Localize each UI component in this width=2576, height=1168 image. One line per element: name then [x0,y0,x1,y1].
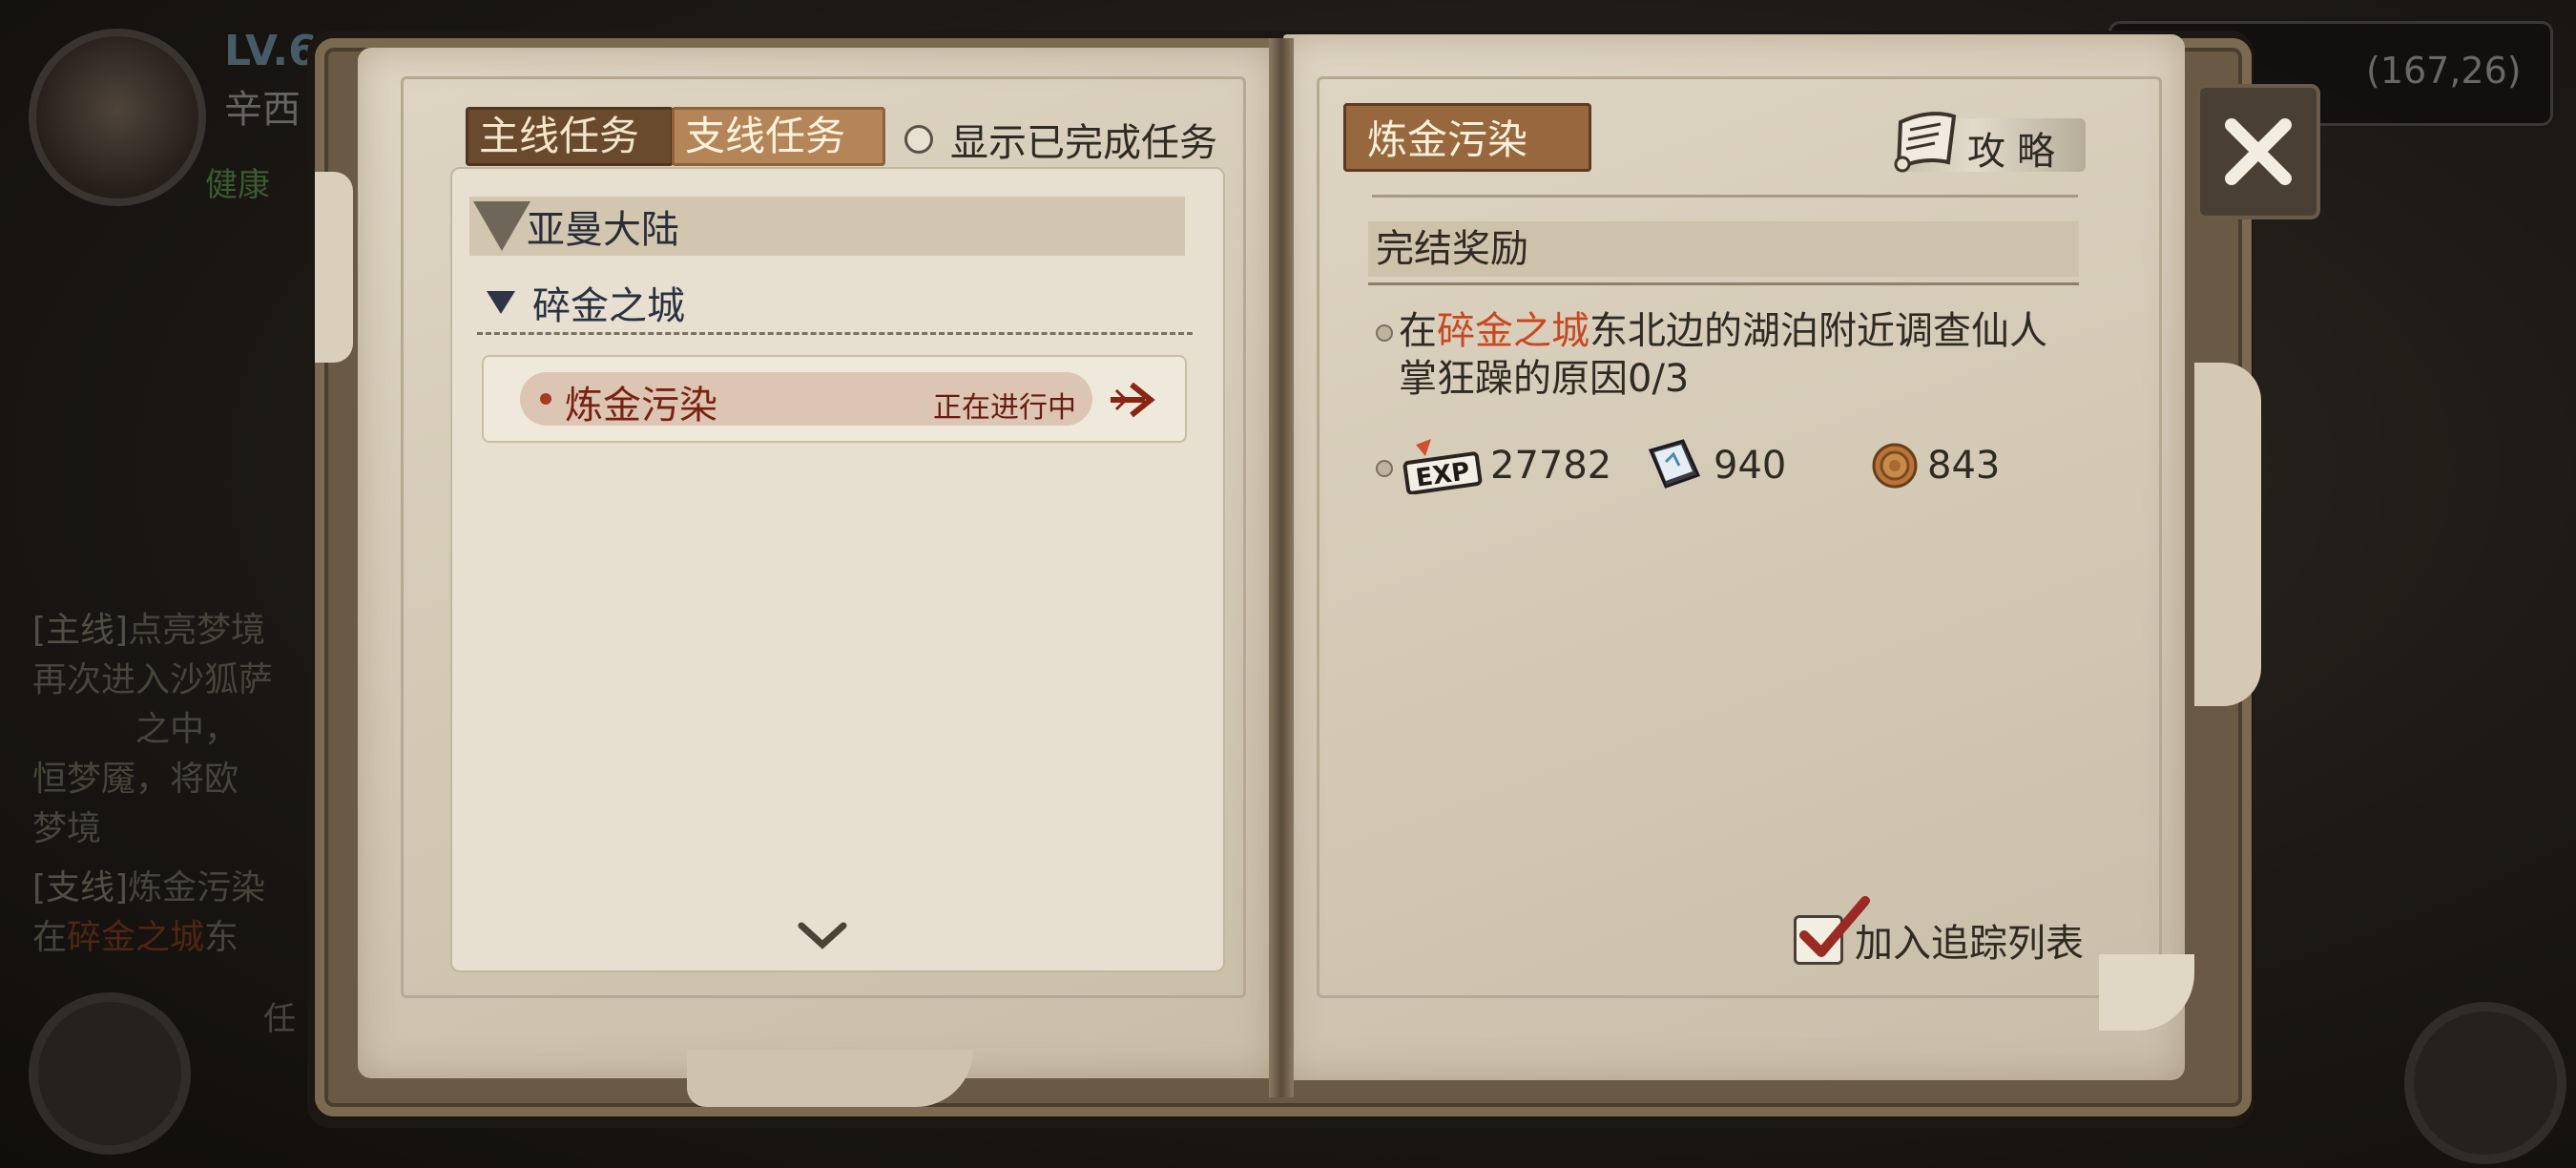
quest-description: 在碎金之城东北边的湖泊附近调查仙人 掌狂躁的原因0/3 [1399,309,2047,401]
torn-edge [687,1050,973,1107]
divider [1368,282,2079,285]
add-to-tracker-toggle[interactable]: 加入追踪列表 [1794,896,2084,969]
exp-icon: EXP [1402,439,1483,494]
exp-value: 27782 [1490,444,1612,488]
reward-coin[interactable]: 843 [1870,437,2000,494]
city-header[interactable]: 碎金之城 [487,277,685,328]
coin-value: 843 [1927,444,2001,488]
reward-header: 完结奖励 [1368,221,2079,277]
check-icon [1799,896,1870,957]
book-value: 940 [1714,444,1787,488]
triangle-icon [487,291,515,314]
reward-exp[interactable]: EXP 27782 [1402,437,1611,494]
book-spine [1269,38,1294,1097]
tab-main-quests[interactable]: 主线任务 [466,107,674,166]
show-completed-label: 显示已完成任务 [950,121,1217,165]
bullet-icon [1376,324,1393,342]
region-label: 亚曼大陆 [527,208,679,252]
radio-icon[interactable] [904,125,933,154]
tracker-checkbox[interactable] [1794,896,1870,965]
torn-edge [2194,363,2261,706]
guide-label: 攻略 [1967,130,2067,174]
divider [477,332,1193,335]
tab-side-quests[interactable]: 支线任务 [672,107,885,166]
location-link[interactable]: 碎金之城 [1437,309,1589,353]
torn-edge [315,172,353,363]
triangle-icon [473,201,530,251]
coin-icon [1872,443,1918,489]
chevron-down-icon[interactable] [794,916,851,954]
show-completed-toggle[interactable]: 显示已完成任务 [904,113,1217,166]
region-header[interactable]: 亚曼大陆 [469,197,1185,256]
scroll-icon[interactable] [1891,105,1967,177]
city-label: 碎金之城 [532,284,685,328]
bullet-icon [1376,460,1393,477]
divider [1372,195,2078,198]
close-icon [2225,118,2292,185]
quest-title-banner: 炼金污染 [1343,103,1591,172]
reward-header-label: 完结奖励 [1376,227,1528,271]
quest-item-name: 炼金污染 [565,384,717,428]
tracker-label: 加入追踪列表 [1855,922,2084,966]
arrow-right-icon[interactable] [1107,377,1158,423]
quest-item-status: 正在进行中 [933,391,1076,425]
close-button[interactable] [2196,84,2320,219]
right-page-frame [1317,76,2162,998]
bullet-icon [540,393,551,405]
book-icon [1648,439,1701,489]
reward-book[interactable]: 940 [1645,437,1786,494]
